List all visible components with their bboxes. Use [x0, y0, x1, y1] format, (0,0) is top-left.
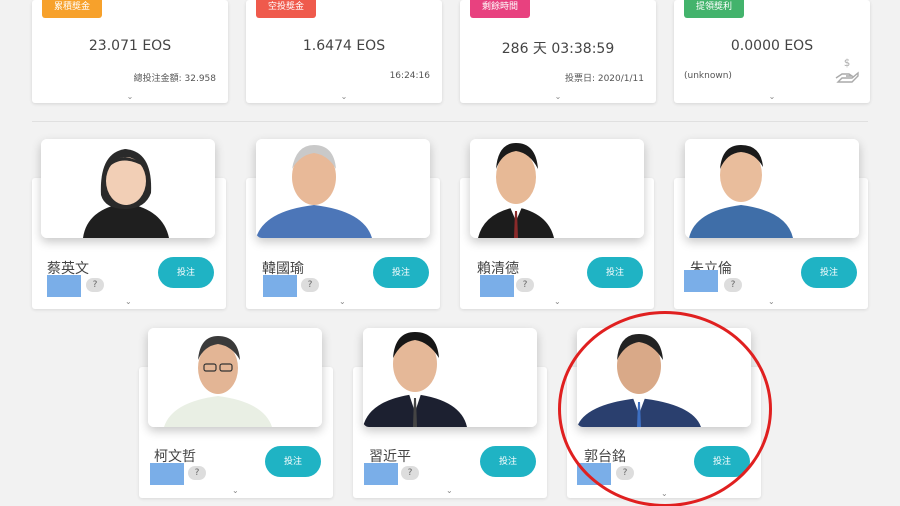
- bet-button[interactable]: 投注: [373, 257, 429, 288]
- redacted-value: [150, 463, 184, 485]
- chevron-down-icon[interactable]: ⌄: [339, 297, 346, 306]
- stat-subtext: 投票日: 2020/1/11: [564, 74, 644, 84]
- chevron-down-icon[interactable]: ⌄: [769, 92, 776, 101]
- svg-text:$: $: [844, 58, 850, 69]
- stat-badge: 空投獎金: [256, 0, 316, 18]
- help-icon[interactable]: ?: [188, 466, 206, 480]
- help-icon[interactable]: ?: [516, 278, 534, 292]
- stat-badge: 提領獎利: [684, 0, 744, 18]
- stat-card-jackpot: 累積獎金 23.071 EOS 總投注金額: 32.958 ⌄: [32, 0, 228, 103]
- chevron-down-icon[interactable]: ⌄: [768, 297, 775, 306]
- stat-badge: 剩餘時間: [470, 0, 530, 18]
- stat-subtext: 16:24:16: [389, 71, 430, 81]
- chevron-down-icon[interactable]: ⌄: [555, 92, 562, 101]
- bet-button[interactable]: 投注: [587, 257, 643, 288]
- redacted-value: [684, 270, 718, 292]
- bet-button[interactable]: 投注: [265, 446, 321, 477]
- redacted-value: [480, 275, 514, 297]
- stat-card-withdraw: 提領獎利 0.0000 EOS (unknown) $ ⌄: [674, 0, 870, 103]
- stat-badge: 累積獎金: [42, 0, 102, 18]
- help-icon[interactable]: ?: [86, 278, 104, 292]
- help-icon[interactable]: ?: [724, 278, 742, 292]
- stat-card-airdrop: 空投獎金 1.6474 EOS 16:24:16 ⌄: [246, 0, 442, 103]
- chevron-down-icon[interactable]: ⌄: [232, 486, 239, 495]
- section-divider: [32, 121, 868, 122]
- stat-subtext: 總投注金額: 32.958: [133, 74, 216, 84]
- chevron-down-icon[interactable]: ⌄: [446, 486, 453, 495]
- redacted-value: [263, 275, 297, 297]
- candidate-photo[interactable]: [256, 139, 430, 238]
- candidate-photo[interactable]: [148, 328, 322, 427]
- candidate-photo[interactable]: [685, 139, 859, 238]
- highlight-circle: [558, 311, 772, 506]
- redacted-value: [364, 463, 398, 485]
- help-icon[interactable]: ?: [401, 466, 419, 480]
- bet-button[interactable]: 投注: [801, 257, 857, 288]
- stat-card-time-left: 剩餘時間 286 天 03:38:59 投票日: 2020/1/11 ⌄: [460, 0, 656, 103]
- redacted-value: [47, 275, 81, 297]
- candidate-photo[interactable]: [41, 139, 215, 238]
- candidate-photo[interactable]: [363, 328, 537, 427]
- chevron-down-icon[interactable]: ⌄: [341, 92, 348, 101]
- chevron-down-icon[interactable]: ⌄: [125, 297, 132, 306]
- chevron-down-icon[interactable]: ⌄: [127, 92, 134, 101]
- bet-button[interactable]: 投注: [158, 257, 214, 288]
- stat-subtext: (unknown): [684, 71, 732, 81]
- candidate-photo[interactable]: [470, 139, 644, 238]
- money-hand-icon[interactable]: $: [834, 56, 860, 88]
- bet-button[interactable]: 投注: [480, 446, 536, 477]
- stat-value: 286 天 03:38:59: [501, 41, 615, 57]
- chevron-down-icon[interactable]: ⌄: [554, 297, 561, 306]
- help-icon[interactable]: ?: [301, 278, 319, 292]
- stat-value: 1.6474 EOS: [302, 38, 386, 54]
- stat-value: 23.071 EOS: [88, 38, 172, 54]
- stat-value: 0.0000 EOS: [730, 38, 814, 54]
